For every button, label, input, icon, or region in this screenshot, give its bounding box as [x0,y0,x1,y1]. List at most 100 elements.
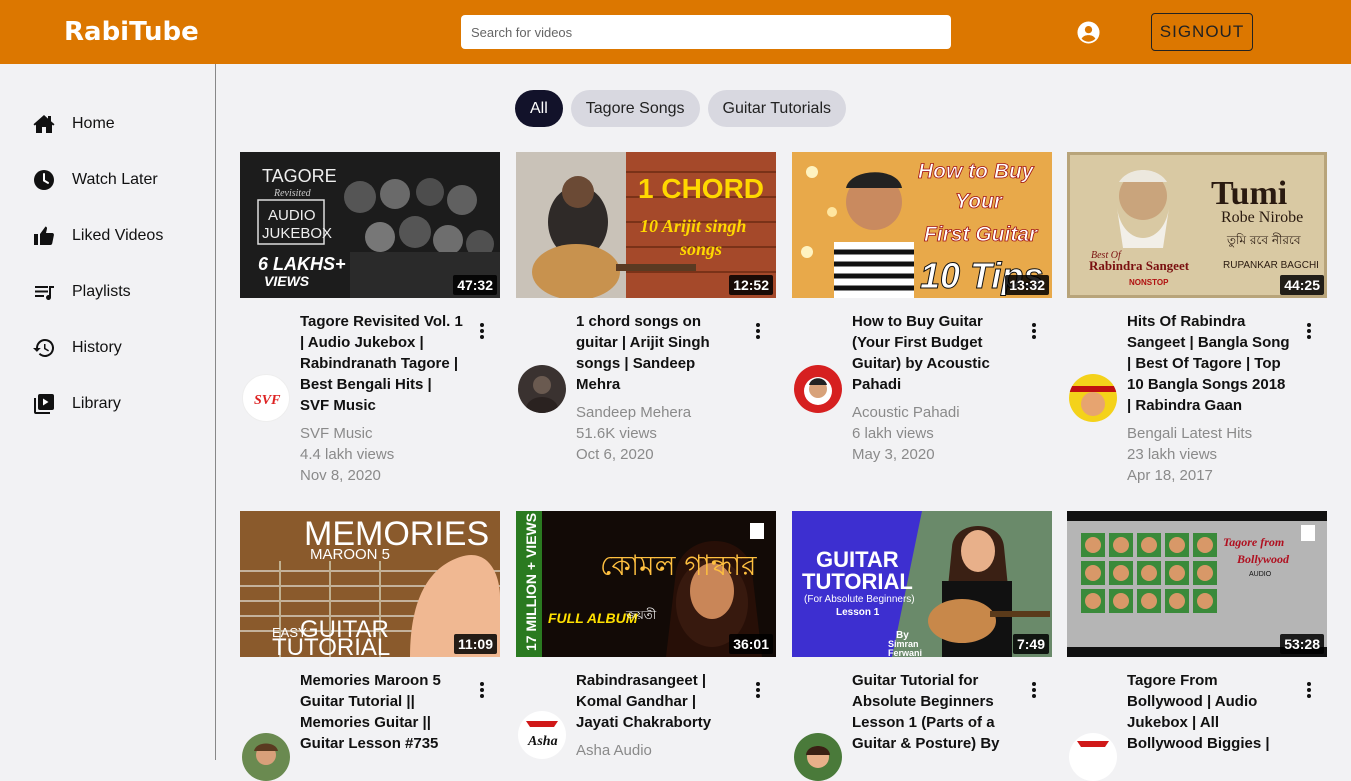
duration-badge: 53:28 [1280,634,1324,654]
channel-name[interactable]: Bengali Latest Hits [1127,423,1292,444]
chip-all[interactable]: All [515,90,563,127]
thumb-text: AUDIO [1249,571,1272,578]
video-thumbnail[interactable]: 17 MILLION + VIEWS কোমল গান্ধার FULL ALB… [516,511,776,657]
channel-avatar[interactable] [794,733,842,781]
chip-guitar-tutorials[interactable]: Guitar Tutorials [707,90,846,127]
avatar-text: Asha [527,734,558,749]
channel-avatar[interactable]: SVF [242,374,290,422]
video-meta: Guitar Tutorial for Absolute Beginners L… [852,670,1017,754]
duration-badge: 7:49 [1012,634,1049,654]
thumb-text: 10 Arijit singh [640,216,746,236]
thumb-text: NONSTOP [1129,278,1169,287]
duration-badge: 12:52 [729,275,773,295]
filter-chips: All Tagore Songs Guitar Tutorials [515,90,846,127]
sidebar-item-watch-later[interactable]: Watch Later [32,164,202,196]
sidebar-item-label: Home [72,115,115,132]
thumb-text: How to Buy [918,160,1035,183]
thumb-text: TAGORE [262,166,337,186]
sidebar: Home Watch Later Liked Videos Playlists … [0,64,216,760]
more-vert-icon[interactable] [476,321,488,341]
thumb-text: Bollywood [1236,552,1290,566]
video-title[interactable]: 1 chord songs on guitar | Arijit Singh s… [576,311,741,395]
video-thumbnail[interactable]: MEMORIES MAROON 5 EASY GUITAR TUTORIAL 1… [240,511,500,657]
more-vert-icon[interactable] [752,680,764,700]
sidebar-item-library[interactable]: Library [32,388,202,420]
video-thumbnail[interactable]: How to Buy Your First Guitar 10 Tips 13:… [792,152,1052,298]
thumb-text: Lesson 1 [836,607,880,618]
video-card[interactable]: 1 CHORD 10 Arijit singh songs 12:52 1 ch… [516,152,776,463]
search-input[interactable] [461,15,951,49]
channel-avatar[interactable] [518,365,566,413]
video-meta: 1 chord songs on guitar | Arijit Singh s… [576,311,741,465]
video-meta: Memories Maroon 5 Guitar Tutorial || Mem… [300,670,465,754]
account-circle-icon[interactable] [1077,21,1100,44]
signout-button[interactable]: SIGNOUT [1151,13,1253,51]
video-title[interactable]: Hits Of Rabindra Sangeet | Bangla Song |… [1127,311,1292,416]
video-thumbnail[interactable]: 1 CHORD 10 Arijit singh songs 12:52 [516,152,776,298]
sidebar-item-home[interactable]: Home [32,108,202,140]
view-count: 4.4 lakh views [300,446,395,463]
video-title[interactable]: Memories Maroon 5 Guitar Tutorial || Mem… [300,670,465,754]
channel-name[interactable]: SVF Music [300,423,465,444]
more-vert-icon[interactable] [752,321,764,341]
video-card[interactable]: GUITAR TUTORIAL (For Absolute Beginners)… [792,511,1052,781]
upload-date: Apr 18, 2017 [1127,467,1213,484]
sidebar-item-playlists[interactable]: Playlists [32,276,202,308]
avatar-text: SVF [254,393,281,408]
thumb-text: (For Absolute Beginners) [804,594,915,605]
video-card[interactable]: How to Buy Your First Guitar 10 Tips 13:… [792,152,1052,463]
video-meta: Hits Of Rabindra Sangeet | Bangla Song |… [1127,311,1292,486]
sidebar-item-history[interactable]: History [32,332,202,364]
thumb-text: Your [955,190,1004,213]
duration-badge: 11:09 [453,634,497,654]
thumbs-up-icon [34,226,54,245]
thumb-text: songs [679,239,722,259]
more-vert-icon[interactable] [1028,321,1040,341]
channel-name[interactable]: Asha Audio [576,740,741,761]
video-meta: Tagore Revisited Vol. 1 | Audio Jukebox … [300,311,465,486]
sidebar-item-label: Watch Later [72,171,158,188]
more-vert-icon[interactable] [476,680,488,700]
top-app-bar: RabiTube SIGNOUT [0,0,1351,64]
video-thumbnail[interactable]: GUITAR TUTORIAL (For Absolute Beginners)… [792,511,1052,657]
more-vert-icon[interactable] [1028,680,1040,700]
thumb-text: Tagore from [1223,535,1284,549]
sidebar-item-label: Liked Videos [72,227,164,244]
video-card[interactable]: TAGORE Revisited AUDIO JUKEBOX 6 LAKHS+ … [240,152,500,484]
channel-avatar[interactable] [1069,374,1117,422]
channel-avatar[interactable] [242,733,290,781]
sidebar-item-label: History [72,339,122,356]
video-library-icon [34,394,54,414]
video-thumbnail[interactable]: Tagore from Bollywood AUDIO 53:28 [1067,511,1327,657]
channel-avatar[interactable] [794,365,842,413]
video-card[interactable]: 17 MILLION + VIEWS কোমল গান্ধার FULL ALB… [516,511,776,759]
duration-badge: 47:32 [453,275,497,295]
video-thumbnail[interactable]: TAGORE Revisited AUDIO JUKEBOX 6 LAKHS+ … [240,152,500,298]
video-title[interactable]: Rabindrasangeet | Komal Gandhar | Jayati… [576,670,741,733]
video-title[interactable]: Tagore Revisited Vol. 1 | Audio Jukebox … [300,311,465,416]
duration-badge: 13:32 [1005,275,1049,295]
thumb-text: MAROON 5 [310,546,390,563]
video-title[interactable]: Guitar Tutorial for Absolute Beginners L… [852,670,1017,754]
thumb-text: VIEWS [264,273,310,289]
channel-name[interactable]: Acoustic Pahadi [852,402,1017,423]
thumb-text: জয়তী [625,608,657,622]
more-vert-icon[interactable] [1303,680,1315,700]
channel-avatar[interactable] [1069,733,1117,781]
duration-badge: 36:01 [729,634,773,654]
thumb-text: FULL ALBUM [548,610,638,626]
brand-logo[interactable]: RabiTube [64,17,199,47]
video-meta: Tagore From Bollywood | Audio Jukebox | … [1127,670,1292,754]
more-vert-icon[interactable] [1303,321,1315,341]
channel-avatar[interactable]: Asha [518,711,566,759]
chip-tagore-songs[interactable]: Tagore Songs [570,90,700,127]
video-card[interactable]: Tagore from Bollywood AUDIO 53:28 Tagore… [1067,511,1327,781]
video-card[interactable]: Tumi Robe Nirobe তুমি রবে নীরবে Best Of … [1067,152,1327,484]
sidebar-item-liked-videos[interactable]: Liked Videos [32,220,202,252]
video-card[interactable]: MEMORIES MAROON 5 EASY GUITAR TUTORIAL 1… [240,511,500,781]
duration-badge: 44:25 [1280,275,1324,295]
channel-name[interactable]: Sandeep Mehera [576,402,741,423]
video-title[interactable]: Tagore From Bollywood | Audio Jukebox | … [1127,670,1292,754]
video-title[interactable]: How to Buy Guitar (Your First Budget Gui… [852,311,1017,395]
video-thumbnail[interactable]: Tumi Robe Nirobe তুমি রবে নীরবে Best Of … [1067,152,1327,298]
